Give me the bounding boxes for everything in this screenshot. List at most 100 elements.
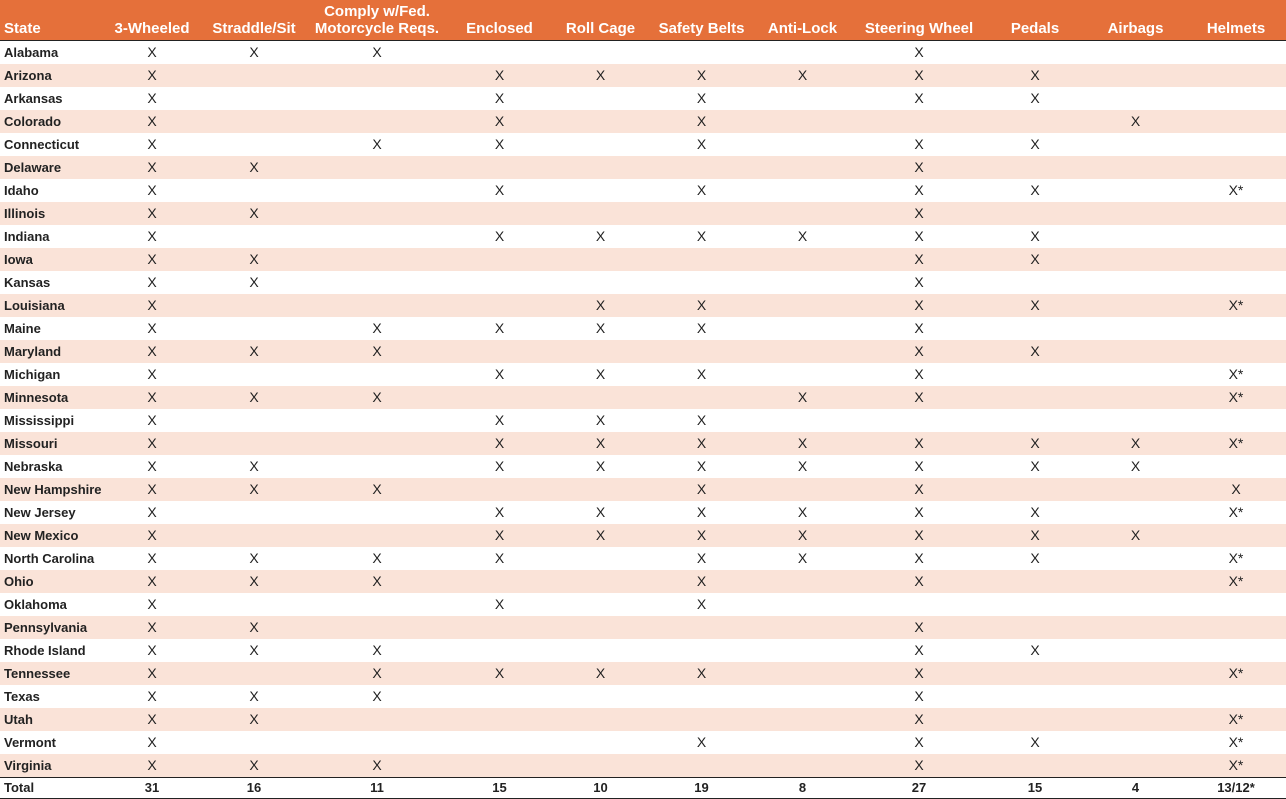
requirement-cell: X xyxy=(914,135,924,152)
requirement-cell xyxy=(305,731,449,754)
requirement-cell: X xyxy=(914,204,924,221)
requirement-cell xyxy=(752,271,853,294)
requirement-cell: X xyxy=(147,135,157,152)
requirement-cell xyxy=(305,202,449,225)
table-row: Tennessee X X X X X X X* xyxy=(0,661,1286,685)
column-header-label: Steering Wheel xyxy=(864,19,974,37)
requirement-cell: X xyxy=(696,664,707,681)
requirement-cell xyxy=(752,409,853,432)
requirement-cell xyxy=(1085,202,1186,225)
requirement-cell: X xyxy=(147,595,157,612)
requirement-cell: X xyxy=(249,273,259,290)
requirement-cell xyxy=(305,156,449,179)
requirement-cell: X xyxy=(494,664,505,681)
state-name: Mississippi xyxy=(4,412,75,428)
requirement-cell: X xyxy=(372,687,382,704)
requirement-cell: X xyxy=(914,388,924,405)
requirement-cell: X xyxy=(494,135,505,152)
column-header-label: State xyxy=(4,19,41,37)
requirement-cell xyxy=(305,225,449,248)
state-name: New Jersey xyxy=(4,504,76,520)
requirement-cell xyxy=(985,754,1085,778)
requirement-cell: X xyxy=(1030,503,1040,520)
requirement-cell xyxy=(305,271,449,294)
requirement-cell: X xyxy=(494,549,505,566)
requirement-cell xyxy=(985,409,1085,432)
table-row: Oklahoma X X X xyxy=(0,593,1286,616)
requirement-cell xyxy=(752,731,853,754)
requirement-cell xyxy=(985,708,1085,731)
requirement-cell: X* xyxy=(1228,388,1244,405)
requirement-cell: X xyxy=(494,227,505,244)
column-header: Steering Wheel xyxy=(853,0,985,40)
total-value: 27 xyxy=(911,780,927,795)
table-body: Alabama X X X X Arizona X X X X X X X Arkansas X X X X X Co… xyxy=(0,40,1286,777)
requirement-cell xyxy=(550,87,651,110)
requirement-cell xyxy=(651,40,752,64)
requirement-cell xyxy=(985,317,1085,340)
requirement-cell: X xyxy=(696,66,707,83)
requirement-cell: X xyxy=(914,227,924,244)
requirement-cell xyxy=(985,386,1085,409)
requirement-cell: X xyxy=(147,641,157,658)
requirement-cell xyxy=(651,202,752,225)
requirement-cell xyxy=(1085,225,1186,248)
requirement-cell: X xyxy=(696,434,707,451)
requirement-cell xyxy=(1085,708,1186,731)
requirement-cell: X xyxy=(372,756,382,773)
requirement-cell xyxy=(550,547,651,570)
table-row: Utah X X X X* xyxy=(0,707,1286,731)
state-name: Colorado xyxy=(4,113,62,129)
requirement-cell xyxy=(449,478,550,501)
requirement-cell: X xyxy=(249,43,259,60)
requirement-cell xyxy=(203,593,305,616)
requirement-cell xyxy=(305,110,449,133)
state-name: Missouri xyxy=(4,435,58,451)
requirement-cell xyxy=(449,570,550,593)
state-name: New Hampshire xyxy=(4,481,101,497)
column-header-label: Straddle/Sit xyxy=(212,19,296,37)
state-name: Delaware xyxy=(4,159,62,175)
requirement-cell: X xyxy=(696,227,707,244)
requirement-cell: X xyxy=(914,503,924,520)
table-row: Alabama X X X X xyxy=(0,40,1286,64)
table-row: North Carolina X X X X X X X X X* xyxy=(0,547,1286,570)
requirement-cell: X xyxy=(1030,434,1040,451)
requirement-cell: X xyxy=(914,572,924,589)
requirement-cell xyxy=(1085,501,1186,524)
requirement-cell xyxy=(1085,593,1186,616)
requirement-cell xyxy=(305,87,449,110)
requirement-cell xyxy=(550,754,651,778)
requirement-cell: X xyxy=(914,710,924,727)
requirement-cell xyxy=(203,317,305,340)
requirement-cell: X* xyxy=(1228,181,1244,198)
column-header: Airbags xyxy=(1085,0,1186,40)
requirement-cell: X xyxy=(147,365,157,382)
requirement-cell xyxy=(1186,225,1286,248)
column-header-label: Motorcycle Reqs. xyxy=(314,19,440,37)
requirement-cell: X xyxy=(797,503,808,520)
requirement-cell xyxy=(651,685,752,708)
table-row: Maine X X X X X X xyxy=(0,317,1286,340)
requirement-cell xyxy=(550,202,651,225)
requirement-cell xyxy=(1186,455,1286,478)
requirement-cell: X xyxy=(147,618,157,635)
requirement-cell xyxy=(1085,616,1186,639)
requirement-cell: X xyxy=(147,112,157,129)
state-name: Kansas xyxy=(4,274,51,290)
total-value: 8 xyxy=(798,780,807,795)
requirement-cell xyxy=(1085,156,1186,179)
requirement-cell xyxy=(1085,133,1186,156)
requirement-cell: X xyxy=(147,273,157,290)
column-header: Roll Cage xyxy=(550,0,651,40)
requirement-cell: X xyxy=(494,595,505,612)
requirement-cell xyxy=(651,386,752,409)
state-name: Vermont xyxy=(4,734,57,750)
requirement-cell: X xyxy=(696,411,707,428)
table-row: Minnesota X X X X X X* xyxy=(0,385,1286,409)
requirement-cell xyxy=(305,455,449,478)
requirement-cell: X xyxy=(696,572,707,589)
requirement-cell: X xyxy=(249,250,259,267)
requirement-cell: X* xyxy=(1228,733,1244,750)
requirement-cell xyxy=(449,754,550,778)
